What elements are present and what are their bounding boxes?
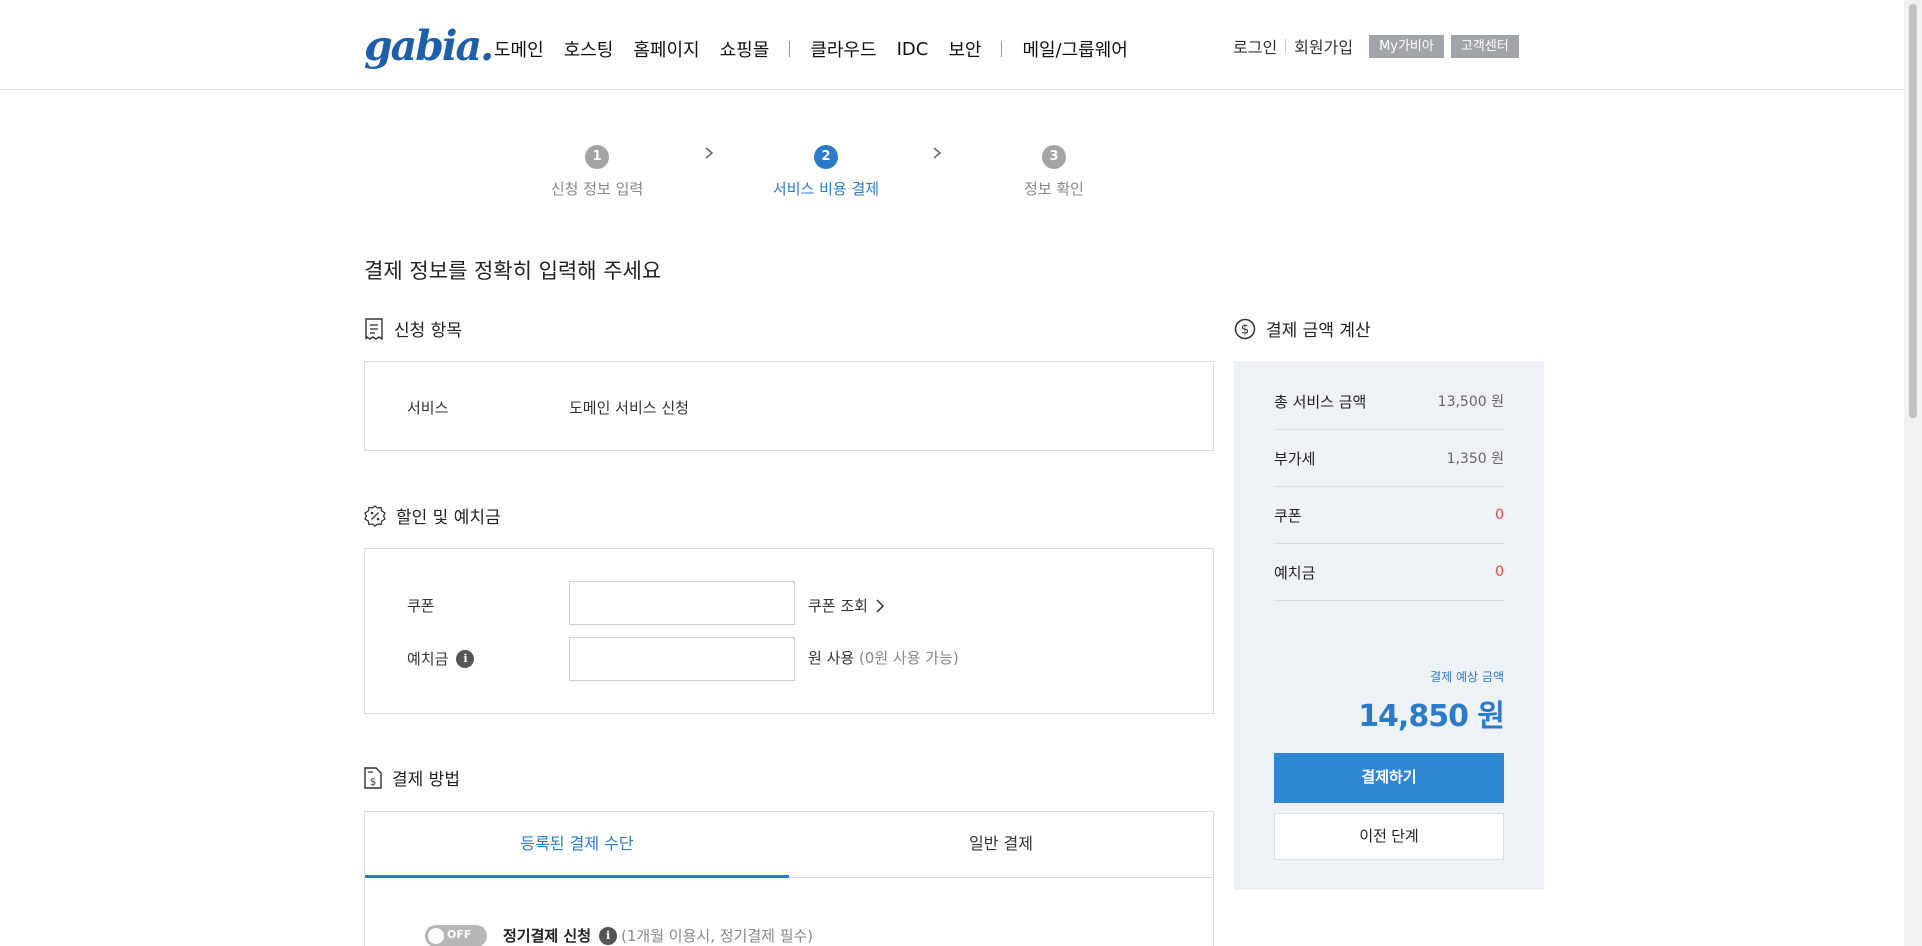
summary-row-vat: 부가세 1,350 원 [1274,430,1504,487]
mygabia-button[interactable]: My가비아 [1369,34,1444,58]
tab-general-payment[interactable]: 일반 결제 [789,812,1213,878]
nav-domain[interactable]: 도메인 [494,36,544,62]
step-number: 2 [814,145,838,169]
nav-homepage[interactable]: 홈페이지 [633,36,699,62]
recurring-payment-toggle[interactable]: OFF [425,925,487,946]
summary-row-label: 총 서비스 금액 [1274,392,1367,411]
chevron-right-icon [876,598,885,613]
nav-cloud[interactable]: 클라우드 [810,36,876,62]
step-number: 3 [1042,145,1066,169]
summary-row-value: 1,350 원 [1446,451,1504,467]
pay-button[interactable]: 결제하기 [1274,753,1504,803]
gabia-logo[interactable]: gabia. [364,24,494,68]
deposit-hint: (0원 사용 가능) [858,649,959,667]
expected-amount-label: 결제 예상 금액 [1430,670,1504,684]
dollar-circle-icon: $ [1234,318,1256,339]
deposit-input[interactable] [569,637,795,681]
summary-row-coupon: 쿠폰 0 [1274,487,1504,544]
application-section-title: 신청 항목 [364,316,462,341]
summary-row-label: 쿠폰 [1274,506,1302,525]
toggle-state-text: OFF [447,928,472,941]
section-title-text: 신청 항목 [394,321,462,341]
payment-document-icon: $ [364,766,382,789]
application-box: 서비스 도메인 서비스 신청 [364,361,1214,451]
recurring-payment-label: 정기결제 신청 i (1개월 이용시, 정기결제 필수) [503,925,813,946]
nav-divider [1001,41,1003,57]
page-scrollbar[interactable] [1904,0,1922,946]
coupon-label: 쿠폰 [407,597,435,615]
nav-shopping-mall[interactable]: 쇼핑몰 [720,36,770,62]
payment-tabs: 등록된 결제 수단 일반 결제 [364,811,1214,878]
coupon-lookup-link[interactable]: 쿠폰 조회 [808,595,886,616]
nav-hosting[interactable]: 호스팅 [564,36,614,62]
discount-section-title: 할인 및 예치금 [364,503,501,528]
section-title-text: 결제 방법 [392,770,460,790]
recurring-hint: (1개월 이용시, 정기결제 필수) [621,927,814,945]
chevron-right-icon [705,147,714,159]
coupon-lookup-text: 쿠폰 조회 [808,597,868,615]
step-label: 서비스 비용 결제 [772,180,880,198]
summary-row-value: 13,500 원 [1437,394,1504,410]
service-label: 서비스 [407,399,449,417]
previous-step-button[interactable]: 이전 단계 [1274,813,1504,860]
page-title: 결제 정보를 정확히 입력해 주세요 [364,259,662,283]
service-value: 도메인 서비스 신청 [569,399,689,417]
section-title-text: 할인 및 예치금 [396,508,501,528]
deposit-usage-text: 원 사용 (0원 사용 가능) [808,647,959,668]
deposit-label-group: 예치금 i [407,648,475,669]
expected-amount-value: 14,850 원 [1358,699,1505,734]
chevron-right-icon [933,147,942,159]
discount-box: 쿠폰 쿠폰 조회 예치금 i 원 사용 (0원 사용 가능) [364,548,1214,714]
tab-registered-payment[interactable]: 등록된 결제 수단 [365,812,789,878]
summary-row-label: 예치금 [1274,563,1316,582]
step-3: 3 정보 확인 [974,145,1134,199]
utility-nav: 로그인 회원가입 My가비아 고객센터 [1233,34,1519,58]
summary-row-label: 부가세 [1274,449,1316,468]
nav-mail-groupware[interactable]: 메일/그룹웨어 [1022,36,1127,62]
deposit-unit: 원 사용 [808,649,855,667]
login-link[interactable]: 로그인 [1233,34,1277,58]
nav-divider [789,41,791,57]
section-title-text: 결제 금액 계산 [1266,321,1371,341]
receipt-icon [365,317,383,340]
info-icon[interactable]: i [599,926,618,945]
step-2: 2 서비스 비용 결제 [746,145,906,199]
summary-row-value: 0 [1495,507,1504,523]
toggle-knob [428,928,444,944]
main-nav: 도메인 호스팅 홈페이지 쇼핑몰 클라우드 IDC 보안 메일/그룹웨어 [494,36,1148,62]
step-number: 1 [585,145,609,169]
scrollbar-thumb[interactable] [1909,4,1917,418]
step-label: 신청 정보 입력 [550,180,644,198]
info-icon[interactable]: i [456,649,475,668]
site-header: gabia. 도메인 호스팅 홈페이지 쇼핑몰 클라우드 IDC 보안 메일/그… [0,0,1922,90]
summary-section-title: $ 결제 금액 계산 [1234,316,1371,341]
svg-text:$: $ [370,777,376,788]
summary-row-value: 0 [1495,564,1504,580]
payment-method-section-title: $ 결제 방법 [364,765,460,790]
coupon-input[interactable] [569,581,795,625]
svg-text:$: $ [1241,322,1249,337]
nav-security[interactable]: 보안 [948,36,981,62]
step-1: 1 신청 정보 입력 [517,145,677,199]
summary-row-deposit: 예치금 0 [1274,544,1504,601]
deposit-label: 예치금 [407,650,449,668]
step-label: 정보 확인 [1024,180,1084,198]
payment-tab-panel: OFF 정기결제 신청 i (1개월 이용시, 정기결제 필수) [364,878,1214,946]
discount-badge-icon [364,504,386,527]
signup-link[interactable]: 회원가입 [1294,34,1353,58]
summary-row-total: 총 서비스 금액 13,500 원 [1274,373,1504,430]
nav-idc[interactable]: IDC [897,39,929,60]
recurring-label-text: 정기결제 신청 [503,927,592,945]
support-button[interactable]: 고객센터 [1450,34,1519,58]
payment-summary-panel: 총 서비스 금액 13,500 원 부가세 1,350 원 쿠폰 0 예치금 0… [1234,361,1544,890]
util-divider [1285,39,1287,53]
